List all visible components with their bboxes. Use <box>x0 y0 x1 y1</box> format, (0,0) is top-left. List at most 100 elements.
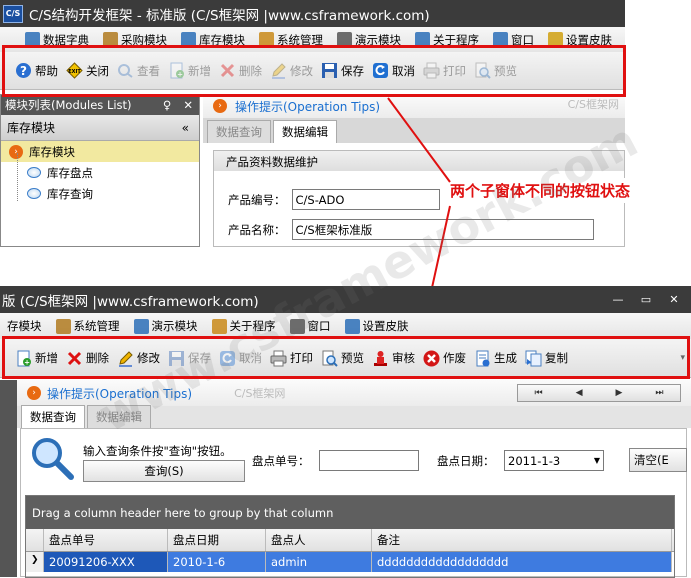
table-cell[interactable]: admin <box>266 552 372 572</box>
clear-button[interactable]: 清空(E <box>629 448 687 472</box>
column-header[interactable]: 盘点日期 <box>168 529 266 551</box>
doc-no-label: 盘点单号： <box>252 454 310 468</box>
arrow-line-top <box>387 97 451 183</box>
approve-icon <box>372 350 389 367</box>
w2-menu-item-5[interactable]: 设置皮肤 <box>338 318 416 334</box>
demo-icon <box>133 318 149 334</box>
minimize-icon[interactable]: — <box>607 292 629 308</box>
edit-icon <box>117 350 134 367</box>
info-icon <box>211 318 227 334</box>
toolbar-button-print[interactable]: 打印 <box>266 350 317 367</box>
close-icon[interactable]: ✕ <box>663 292 685 308</box>
date-label: 盘点日期： <box>437 454 495 468</box>
first-record-icon[interactable]: ⏮ <box>534 388 542 398</box>
toolbar-button-void[interactable]: 作废 <box>419 350 470 367</box>
w2-menu-item-0[interactable]: 存模块 <box>0 318 49 334</box>
window2-menubar: 存模块 系统管理 演示模块 关于程序 窗口 设置皮肤 <box>0 313 691 339</box>
menu-label: 系统管理 <box>73 319 120 333</box>
menu-label: 演示模块 <box>151 319 198 333</box>
left-dock-strip <box>0 380 17 577</box>
skin-icon <box>344 318 360 334</box>
group-panel[interactable]: Drag a column header here to group by th… <box>26 496 674 529</box>
w2-menu-item-4[interactable]: 窗口 <box>283 318 338 334</box>
toolbar-button-edit[interactable]: 修改 <box>113 350 164 367</box>
toolbar-label: 审核 <box>392 351 415 365</box>
tab-query[interactable]: 数据查询 <box>21 405 85 428</box>
copy-icon <box>525 350 542 367</box>
last-record-icon[interactable]: ⏭ <box>655 388 663 398</box>
data-grid: Drag a column header here to group by th… <box>25 495 675 578</box>
column-header[interactable]: 盘点人 <box>266 529 372 551</box>
search-button[interactable]: 查询(S) <box>83 460 245 482</box>
delete-icon <box>66 350 83 367</box>
toolbar-label: 保存 <box>188 351 211 365</box>
void-icon <box>423 350 440 367</box>
prev-record-icon[interactable]: ◀ <box>576 388 583 398</box>
toolbar-label: 删除 <box>86 351 109 365</box>
w2-menu-item-3[interactable]: 关于程序 <box>205 318 283 334</box>
window2-content: › 操作提示(Operation Tips) C/S框架网 ⏮ ◀ ▶ ⏭ 数据查询 … <box>17 380 691 578</box>
query-panel: 输入查询条件按"查询"按钮。 查询(S) 盘点单号： 盘点日期： 2011-1-… <box>20 428 687 578</box>
svg-text:+: + <box>24 358 30 366</box>
date-value: 2011-1-3 <box>508 453 561 468</box>
search-icon <box>29 435 75 481</box>
w2-menu-item-2[interactable]: 演示模块 <box>127 318 205 334</box>
toolbar-button-copy[interactable]: 复制 <box>521 350 572 367</box>
toolbar-button-add[interactable]: + 新增 <box>11 350 62 367</box>
toolbar-label: 取消 <box>239 351 262 365</box>
table-cell[interactable]: 2010-1-6 <box>168 552 266 572</box>
menu-label: 设置皮肤 <box>362 319 409 333</box>
toolbar-button-preview[interactable]: 预览 <box>317 350 368 367</box>
next-record-icon[interactable]: ▶ <box>615 388 622 398</box>
tips-bar: › 操作提示(Operation Tips) C/S框架网 ⏮ ◀ ▶ ⏭ <box>17 380 691 406</box>
column-header[interactable]: 备注 <box>372 529 672 551</box>
table-cell[interactable]: dddddddddddddddddd <box>372 552 672 572</box>
tab-strip: 数据查询 数据编辑 <box>17 405 691 428</box>
toolbar-label: 新增 <box>35 351 58 365</box>
menu-label: 存模块 <box>7 319 42 333</box>
cancel-icon <box>219 350 236 367</box>
grid-body: ❯ 20091206-XXX 2010-1-6 admin dddddddddddddd… <box>26 552 674 572</box>
grid-header: 盘点单号 盘点日期 盘点人 备注 <box>26 529 674 552</box>
toolbar-label: 修改 <box>137 351 160 365</box>
date-picker[interactable]: 2011-1-3 ▼ <box>504 450 604 471</box>
menu-label: 关于程序 <box>229 319 276 333</box>
chevron-down-icon[interactable]: ▼ <box>594 456 600 465</box>
toolbar-button-generate[interactable]: 生成 <box>470 350 521 367</box>
toolbar-label: 打印 <box>290 351 313 365</box>
window-icon <box>289 318 305 334</box>
gear-icon <box>55 318 71 334</box>
doc-no-input[interactable] <box>319 450 419 471</box>
window-controls: — ▭ ✕ <box>607 292 691 308</box>
print-icon <box>270 350 287 367</box>
search-hint: 输入查询条件按"查询"按钮。 <box>83 444 232 458</box>
tips-text: 操作提示(Operation Tips) <box>47 386 193 401</box>
table-row[interactable]: ❯ 20091206-XXX 2010-1-6 admin dddddddddddddd… <box>26 552 674 572</box>
toolbar-grip[interactable] <box>3 347 7 369</box>
row-indicator-header <box>26 529 44 551</box>
maximize-icon[interactable]: ▭ <box>635 292 657 308</box>
toolbar-button-save[interactable]: 保存 <box>164 350 215 367</box>
menu-label: 窗口 <box>307 319 331 333</box>
window2-titlebar: 版 (C/S框架网 |www.csframework.com) — ▭ ✕ <box>0 286 691 313</box>
toolbar-button-cancel[interactable]: 取消 <box>215 350 266 367</box>
toolbar-label: 生成 <box>494 351 517 365</box>
generate-icon <box>474 350 491 367</box>
column-header[interactable]: 盘点单号 <box>44 529 168 551</box>
save-icon <box>168 350 185 367</box>
toolbar-label: 预览 <box>341 351 364 365</box>
window2-toolbar: + 新增 删除 修改 保存 取消 打印 预览 审核 作废 生成 复制 ▾ <box>0 339 691 378</box>
w2-menu-item-1[interactable]: 系统管理 <box>49 318 127 334</box>
window2-title: 版 (C/S框架网 |www.csframework.com) <box>2 293 259 310</box>
record-navigator: ⏮ ◀ ▶ ⏭ <box>517 384 681 402</box>
toolbar-button-delete[interactable]: 删除 <box>62 350 113 367</box>
toolbar-overflow-icon[interactable]: ▾ <box>680 353 685 363</box>
table-cell[interactable]: 20091206-XXX <box>44 552 168 572</box>
toolbar-label: 复制 <box>545 351 568 365</box>
add-icon: + <box>15 350 32 367</box>
tab-edit[interactable]: 数据编辑 <box>87 405 151 428</box>
toolbar-button-approve[interactable]: 审核 <box>368 350 419 367</box>
preview-icon <box>321 350 338 367</box>
row-indicator-icon[interactable]: ❯ <box>26 552 44 572</box>
watermark: C/S框架网 <box>234 387 286 400</box>
